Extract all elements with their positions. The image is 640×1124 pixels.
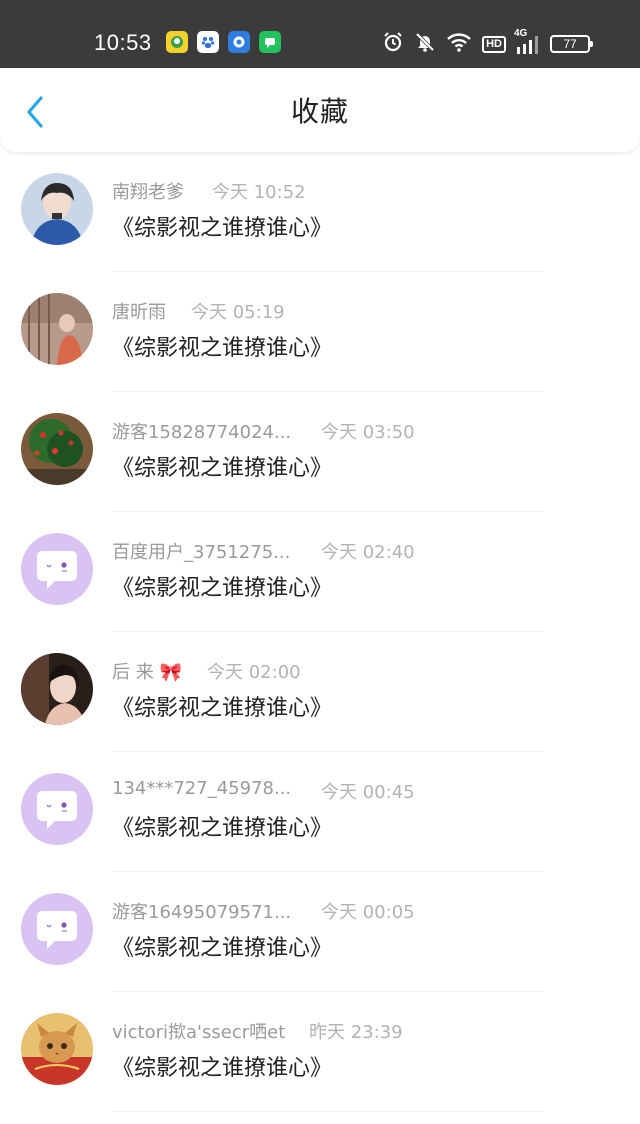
timestamp: 今天 03:50: [321, 422, 415, 443]
avatar[interactable]: [21, 413, 93, 485]
chat-bubble-icon: [21, 533, 93, 605]
default-avatar[interactable]: [21, 533, 93, 605]
alarm-icon: [382, 31, 404, 57]
wifi-icon: [446, 32, 472, 56]
avatar[interactable]: [21, 1013, 93, 1085]
timestamp: 今天 00:05: [321, 902, 415, 923]
chat-bubble-icon: [21, 893, 93, 965]
user-name: 唐昕雨: [112, 302, 166, 323]
avatar[interactable]: [21, 653, 93, 725]
book-title: 《综影视之谁撩谁心》: [112, 336, 333, 361]
book-title: 《综影视之谁撩谁心》: [112, 456, 333, 481]
user-name: victori揿a'ssecr哂et: [112, 1022, 286, 1043]
timestamp: 今天 02:40: [321, 542, 415, 563]
book-title: 《综影视之谁撩谁心》: [112, 216, 333, 241]
default-avatar[interactable]: [21, 893, 93, 965]
list-item[interactable]: 百度用户_3751275... 今天 02:40 《综影视之谁撩谁心》: [0, 512, 640, 632]
user-name: 百度用户_3751275...: [112, 542, 291, 563]
user-name: 后 来 🎀: [112, 662, 182, 683]
page-title: 收藏: [290, 95, 349, 128]
divider: [112, 1111, 544, 1112]
header: 收藏: [0, 68, 640, 152]
avatar[interactable]: [21, 293, 93, 365]
timestamp: 今天 05:19: [191, 302, 285, 323]
back-arrow-icon: [27, 96, 43, 128]
user-name: 南翔老爹: [112, 182, 184, 203]
user-name: 游客16495079571...: [112, 902, 292, 923]
app-notification-icon: [166, 31, 188, 53]
list-item[interactable]: 唐昕雨 今天 05:19 《综影视之谁撩谁心》: [0, 272, 640, 392]
browser-app-icon: [228, 31, 250, 53]
cellular-signal-icon: 4G: [514, 28, 540, 54]
favorites-list: 南翔老爹 今天 10:52 《综影视之谁撩谁心》 唐昕雨 今天 05:19 《综…: [0, 152, 640, 1112]
book-title: 《综影视之谁撩谁心》: [112, 696, 333, 721]
list-item[interactable]: 134***727_45978... 今天 00:45 《综影视之谁撩谁心》: [0, 752, 640, 872]
back-button[interactable]: [20, 95, 50, 129]
timestamp: 今天 10:52: [212, 182, 306, 203]
timestamp: 昨天 23:39: [309, 1022, 403, 1043]
list-item[interactable]: victori揿a'ssecr哂et 昨天 23:39 《综影视之谁撩谁心》: [0, 992, 640, 1112]
chat-bubble-icon: [21, 773, 93, 845]
baidu-paw-icon: [197, 31, 219, 53]
user-name: 134***727_45978...: [112, 778, 292, 799]
book-title: 《综影视之谁撩谁心》: [112, 816, 333, 841]
list-item[interactable]: 后 来 🎀 今天 02:00 《综影视之谁撩谁心》: [0, 632, 640, 752]
timestamp: 今天 02:00: [207, 662, 301, 683]
default-avatar[interactable]: [21, 773, 93, 845]
hd-badge-icon: HD: [482, 35, 506, 53]
book-title: 《综影视之谁撩谁心》: [112, 576, 333, 601]
chat-app-icon: [259, 31, 281, 53]
status-app-icons: [166, 31, 281, 53]
book-title: 《综影视之谁撩谁心》: [112, 1056, 333, 1081]
status-bar: 10:53 HD 4G 77: [0, 0, 640, 68]
user-name: 游客15828774024...: [112, 422, 292, 443]
list-item[interactable]: 南翔老爹 今天 10:52 《综影视之谁撩谁心》: [0, 152, 640, 272]
network-type-label: 4G: [514, 28, 528, 39]
list-item[interactable]: 游客16495079571... 今天 00:05 《综影视之谁撩谁心》: [0, 872, 640, 992]
list-item[interactable]: 游客15828774024... 今天 03:50 《综影视之谁撩谁心》: [0, 392, 640, 512]
timestamp: 今天 00:45: [321, 782, 415, 803]
book-title: 《综影视之谁撩谁心》: [112, 936, 333, 961]
mute-bell-icon: [414, 31, 436, 57]
status-indicators: HD 4G 77: [382, 28, 593, 57]
battery-icon: 77: [550, 35, 593, 53]
avatar[interactable]: [21, 173, 93, 245]
status-time: 10:53: [94, 30, 152, 55]
